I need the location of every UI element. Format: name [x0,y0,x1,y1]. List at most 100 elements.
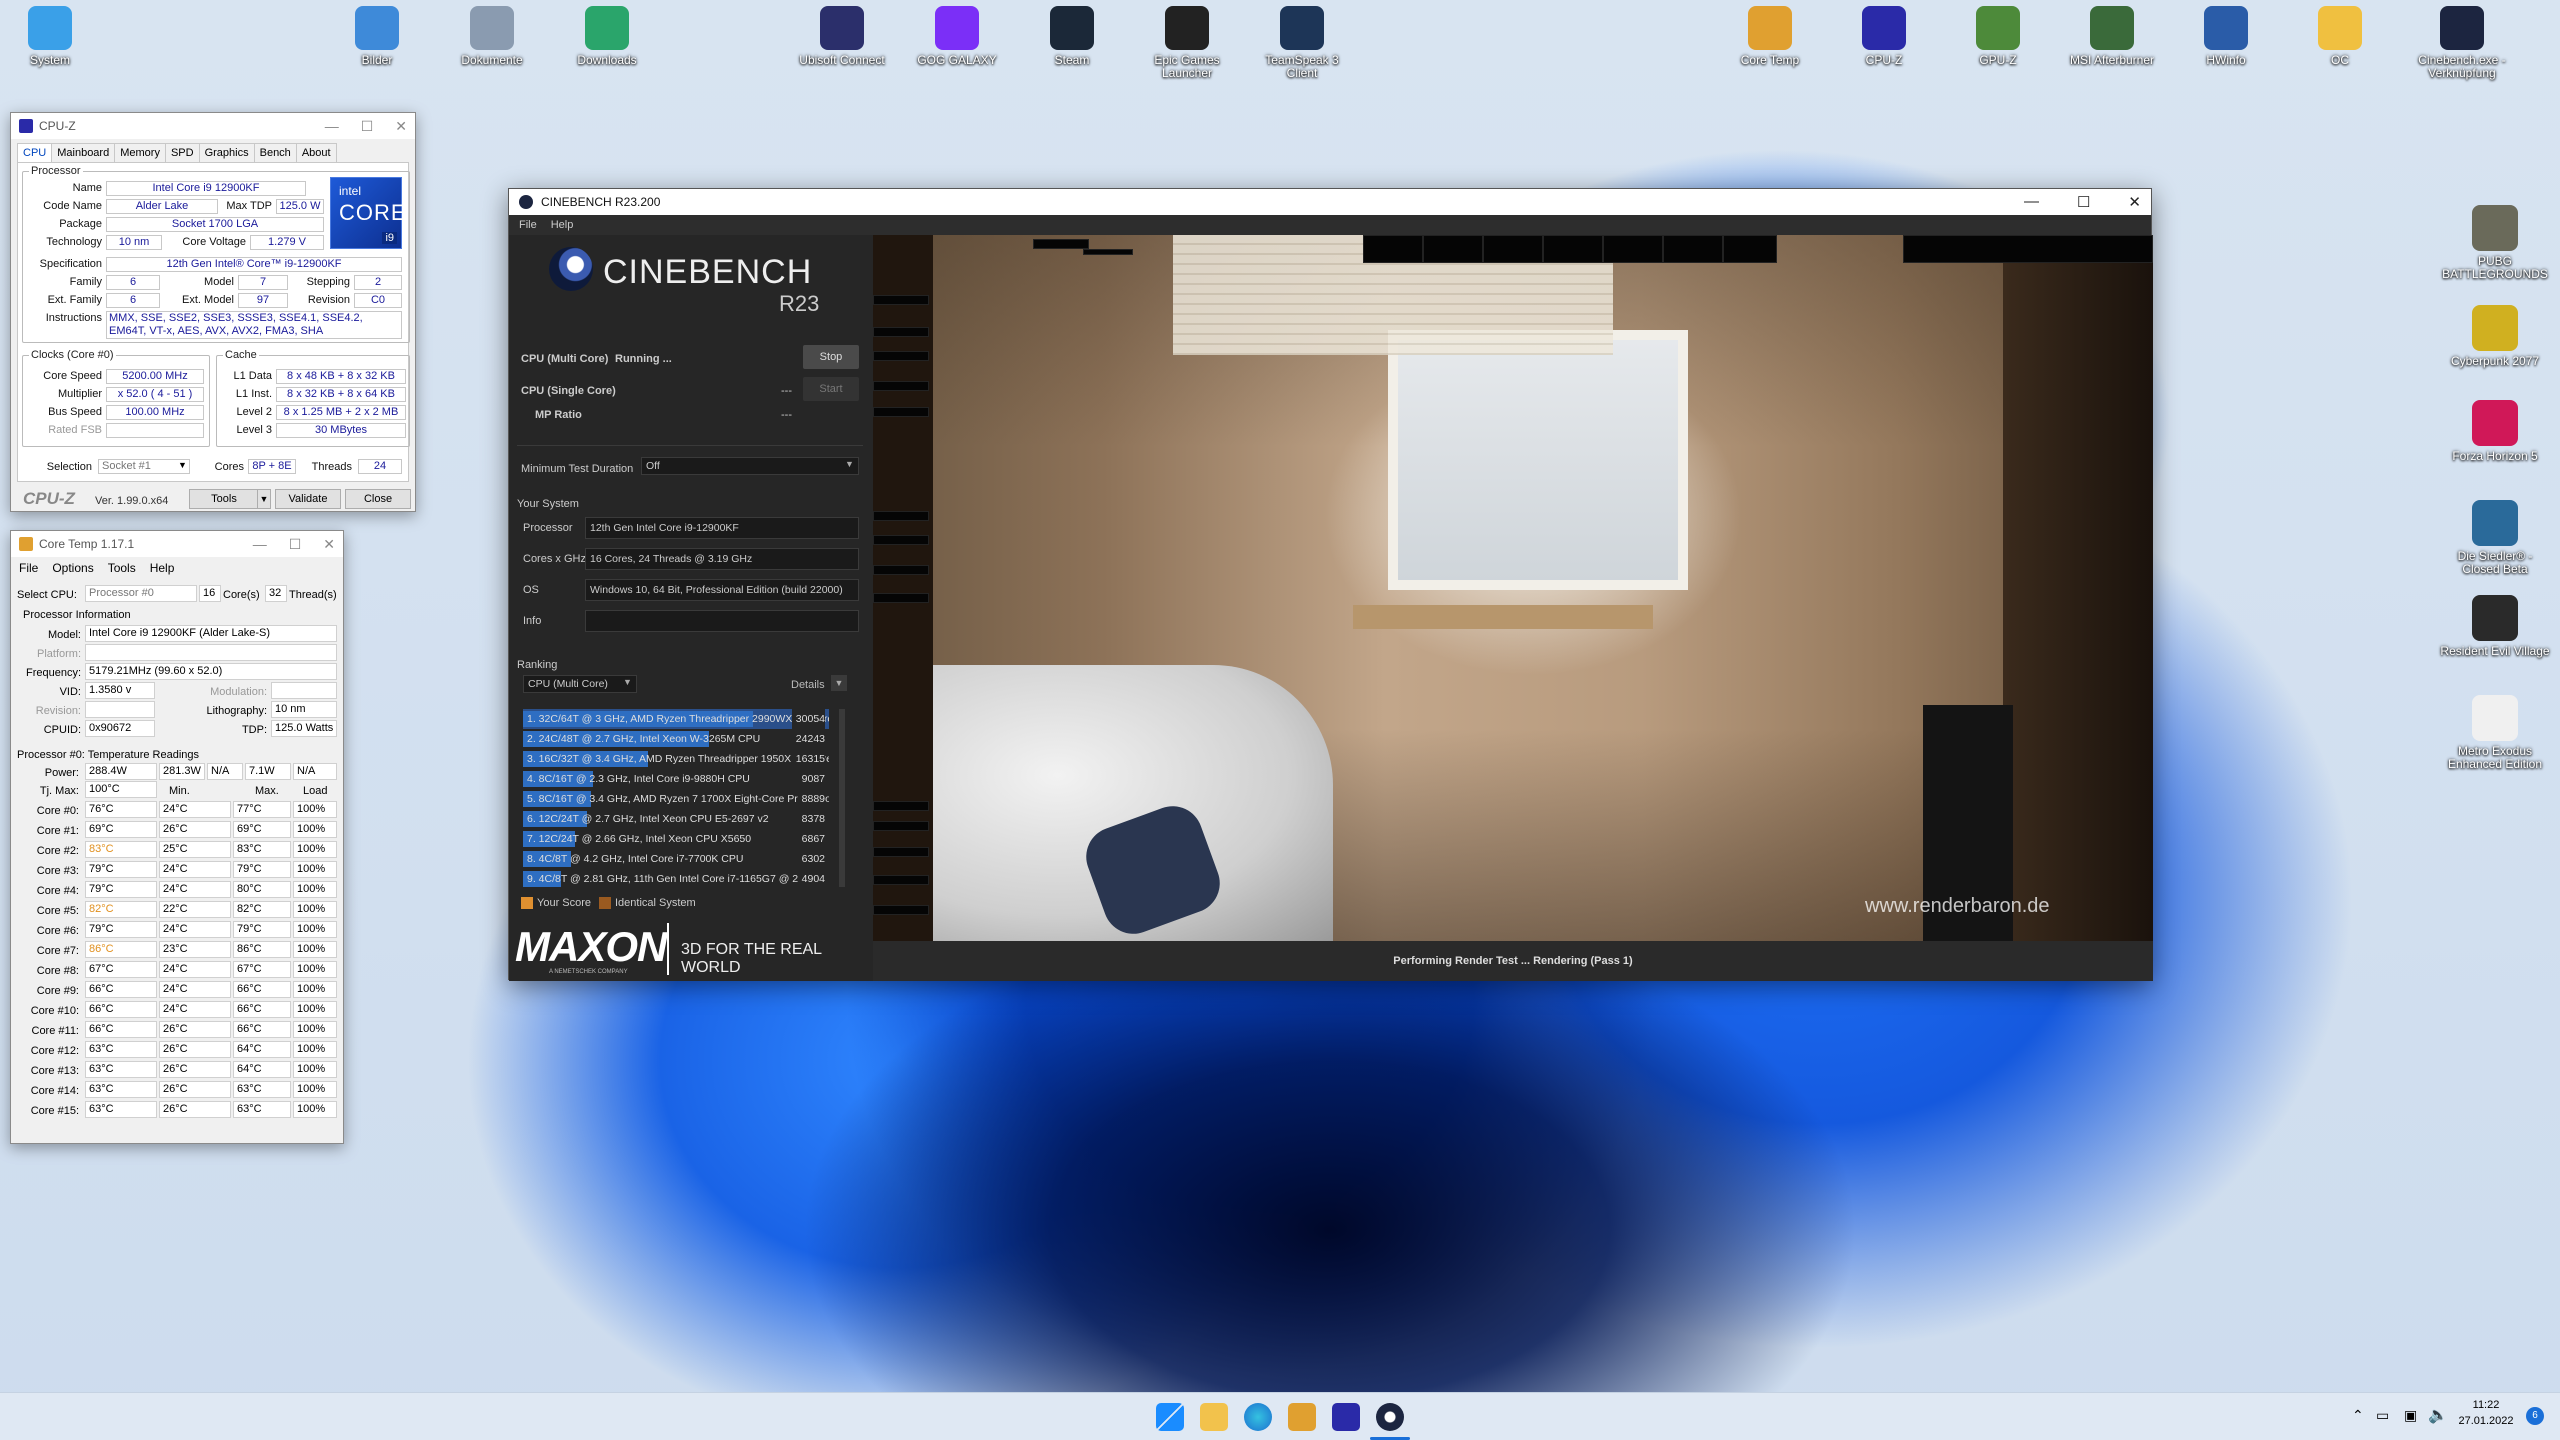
desktop-icon[interactable]: HWinfo [2176,0,2276,67]
cpuz-taskbar-icon[interactable] [1332,1403,1360,1431]
maximize-icon[interactable]: ☐ [2077,193,2090,211]
menu-options[interactable]: Options [52,561,93,575]
edge-browser-icon[interactable] [1244,1403,1272,1431]
desktop-icon[interactable]: PUBG BATTLEGROUNDS [2440,205,2550,281]
min-duration-label: Minimum Test Duration [521,463,634,475]
clock-time[interactable]: 11:22 [2454,1399,2518,1411]
core-load: 100% [293,1021,337,1038]
clock-date[interactable]: 27.01.2022 [2450,1415,2522,1427]
desktop-icon[interactable]: Cyberpunk 2077 [2440,305,2550,368]
menu-tools[interactable]: Tools [108,561,136,575]
desktop-icon[interactable]: Resident Evil Village [2440,595,2550,658]
cinebench-control-panel: CINEBENCH R23 CPU (Multi Core) Running .… [509,235,873,981]
coretemp-titlebar[interactable]: Core Temp 1.17.1 — ☐ ✕ [11,531,343,557]
network-icon[interactable]: ▣ [2404,1407,2417,1424]
desktop-icon[interactable]: GOG GALAXY [907,0,1007,67]
app-icon [585,6,629,50]
close-icon[interactable]: ✕ [395,118,407,135]
file-explorer-icon[interactable] [1200,1403,1228,1431]
ranking-row[interactable]: 2. 24C/48T @ 2.7 GHz, Intel Xeon W-3265M… [523,729,829,749]
desktop-icon[interactable]: Epic Games Launcher [1137,0,1237,80]
cinebench-taskbar-icon[interactable] [1376,1403,1404,1431]
start-button[interactable]: Start [803,377,859,401]
min-duration-dropdown[interactable]: Off [641,457,859,475]
tab-mainboard[interactable]: Mainboard [51,143,116,162]
chevron-up-icon[interactable]: ⌃ [2352,1407,2364,1424]
maximize-icon[interactable]: ☐ [289,536,302,553]
desktop-icon-label: CPU-Z [1865,53,1903,67]
desktop-icon[interactable]: Steam [1022,0,1122,67]
desktop-icon[interactable]: CPU-Z [1834,0,1934,67]
select-cpu-dropdown[interactable]: Processor #0 [85,585,197,602]
ranking-row[interactable]: 4. 8C/16T @ 2.3 GHz, Intel Core i9-9880H… [523,769,829,789]
volume-icon[interactable]: 🔈 [2428,1405,2448,1425]
app-icon [355,6,399,50]
desktop-icon[interactable]: Ubisoft Connect [792,0,892,67]
desktop-icon[interactable]: Bilder [327,0,427,67]
ranking-row[interactable]: 1. 32C/64T @ 3 GHz, AMD Ryzen Threadripp… [523,709,829,729]
desktop-icon[interactable]: GPU-Z [1948,0,2048,67]
maximize-icon[interactable]: ☐ [361,118,374,135]
minimize-icon[interactable]: — [2024,193,2039,211]
cinebench-titlebar[interactable]: CINEBENCH R23.200 — ☐ ✕ [509,189,2151,215]
desktop-icon[interactable]: TeamSpeak 3 Client [1252,0,1352,80]
menu-help[interactable]: Help [551,219,574,231]
ranking-row[interactable]: 9. 4C/8T @ 2.81 GHz, 11th Gen Intel Core… [523,869,829,889]
power-value: N/A [207,763,243,780]
tab-graphics[interactable]: Graphics [198,143,255,162]
desktop-icon[interactable]: OC [2290,0,2390,67]
tab-cpu[interactable]: CPU [17,143,53,162]
desktop-icon[interactable]: Die Siedler® - Closed Beta [2440,500,2550,576]
ranking-mode-dropdown[interactable]: CPU (Multi Core) [523,675,637,693]
ranking-scrollbar[interactable] [839,709,845,887]
details-dropdown-icon[interactable]: ▼ [831,675,847,691]
desktop-icon-label: TeamSpeak 3 Client [1265,53,1339,80]
desktop-icon[interactable]: Downloads [557,0,657,67]
menu-file[interactable]: File [19,561,38,575]
desktop-icon[interactable]: System [0,0,100,67]
tab-spd[interactable]: SPD [164,143,200,162]
ranking-row[interactable]: 6. 12C/24T @ 2.7 GHz, Intel Xeon CPU E5-… [523,809,829,829]
minimize-icon[interactable]: — [253,536,267,553]
menu-help[interactable]: Help [150,561,175,575]
details-label[interactable]: Details [791,679,825,691]
tab-about[interactable]: About [295,143,337,162]
minimize-icon[interactable]: — [325,118,339,135]
tab-memory[interactable]: Memory [114,143,166,162]
desktop-icon[interactable]: Metro Exodus Enhanced Edition [2440,695,2550,771]
close-icon[interactable]: ✕ [2128,193,2141,211]
ranking-row[interactable]: 7. 12C/24T @ 2.66 GHz, Intel Xeon CPU X5… [523,829,829,849]
desktop-icon[interactable]: Dokumente [442,0,542,67]
core-label: Core #3: [36,865,79,877]
notification-badge[interactable]: 6 [2526,1407,2544,1425]
ranking-row[interactable]: 5. 8C/16T @ 3.4 GHz, AMD Ryzen 7 1700X E… [523,789,829,809]
cpuz-titlebar[interactable]: CPU-Z — ☐ ✕ [11,113,415,139]
close-button[interactable]: Close [345,489,411,509]
stop-button[interactable]: Stop [803,345,859,369]
threads-count-label: Thread(s) [289,589,337,601]
ranking-row[interactable]: 8. 4C/8T @ 4.2 GHz, Intel Core i7-7700K … [523,849,829,869]
frequency-value: 5179.21MHz (99.60 x 52.0) [85,663,337,680]
tools-dropdown-icon[interactable]: ▼ [257,489,271,509]
cpuz-title: CPU-Z [39,119,76,133]
drive-icon[interactable]: ▭ [2376,1407,2389,1424]
ranking-row[interactable]: 3. 16C/32T @ 3.4 GHz, AMD Ryzen Threadri… [523,749,829,769]
validate-button[interactable]: Validate [275,489,341,509]
core-min: 26°C [159,1041,231,1058]
desktop-icon[interactable]: Forza Horizon 5 [2440,400,2550,463]
revision-label: Revision: [35,705,81,717]
close-icon[interactable]: ✕ [323,536,335,553]
your-score-swatch [521,897,533,909]
tools-button[interactable]: Tools [189,489,259,509]
desktop-icon[interactable]: Cinebench.exe - Verknüpfung [2412,0,2512,80]
menu-file[interactable]: File [519,219,537,231]
start-windows-icon[interactable] [1156,1403,1184,1431]
core-max: 80°C [233,881,291,898]
coretemp-taskbar-icon[interactable] [1288,1403,1316,1431]
tab-bench[interactable]: Bench [253,143,297,162]
desktop-icon[interactable]: MSI Afterburner [2062,0,2162,67]
core-max: 69°C [233,821,291,838]
desktop-icon[interactable]: Core Temp [1720,0,1820,67]
selection-dropdown[interactable]: Socket #1 [98,459,190,474]
core-temp: 79°C [85,921,157,938]
